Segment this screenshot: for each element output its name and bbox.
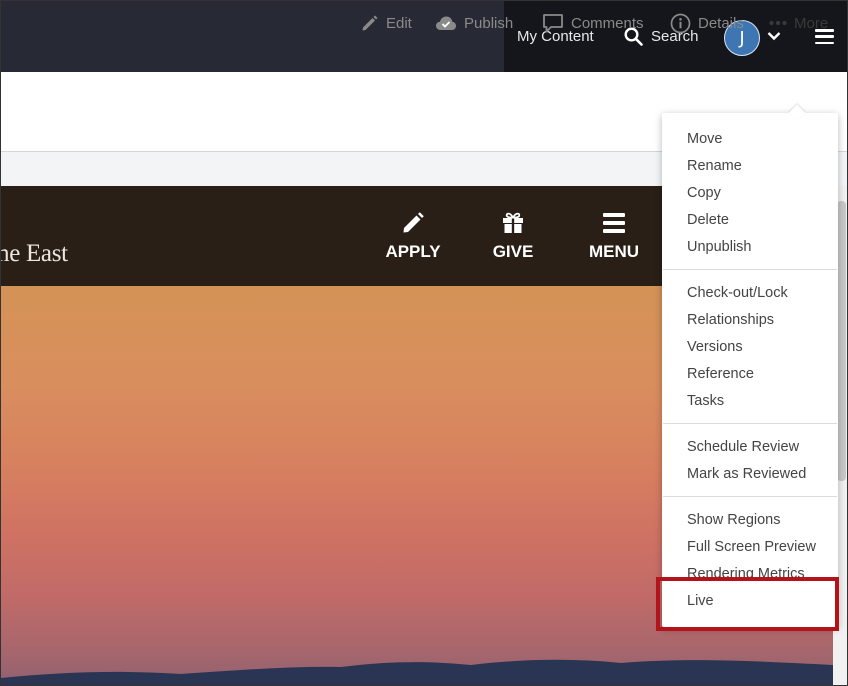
- menu-icon: [603, 213, 625, 233]
- site-nav-give[interactable]: GIVE: [473, 211, 553, 262]
- edit-button[interactable]: Edit: [360, 12, 412, 34]
- gift-icon: [503, 212, 523, 233]
- menu-item-reference[interactable]: Reference: [687, 363, 754, 385]
- menu-item-copy[interactable]: Copy: [687, 182, 721, 204]
- comments-label: Comments: [571, 14, 644, 32]
- cloud-check-icon: [436, 16, 456, 30]
- site-nav-apply-label: APPLY: [385, 242, 441, 261]
- site-nav-menu-label: MENU: [588, 242, 640, 261]
- menu-item-versions[interactable]: Versions: [687, 336, 743, 358]
- pencil-icon: [403, 212, 424, 233]
- details-label: Details: [698, 14, 744, 32]
- live-highlight-box: [656, 577, 839, 631]
- menu-item-mark-as-reviewed[interactable]: Mark as Reviewed: [687, 463, 806, 485]
- details-button[interactable]: Details: [670, 12, 744, 34]
- site-nav-give-label: GIVE: [492, 242, 534, 261]
- pencil-icon: [362, 15, 378, 30]
- menu-item-delete[interactable]: Delete: [687, 209, 729, 231]
- more-label: More: [794, 14, 829, 32]
- site-nav-apply[interactable]: APPLY: [373, 211, 453, 262]
- menu-item-show-regions[interactable]: Show Regions: [687, 509, 781, 531]
- menu-item-relationships[interactable]: Relationships: [687, 309, 774, 331]
- browser-frame: My Content Search J Edit Publish Comment…: [0, 0, 848, 686]
- scrollbar-thumb[interactable]: [837, 201, 846, 481]
- more-button[interactable]: More: [769, 12, 828, 34]
- site-nav-menu[interactable]: MENU: [574, 211, 654, 262]
- menu-divider: [663, 269, 837, 270]
- menu-divider: [663, 496, 837, 497]
- menu-item-move[interactable]: Move: [687, 128, 722, 150]
- publish-label: Publish: [464, 14, 514, 32]
- menu-item-check-out-lock[interactable]: Check-out/Lock: [687, 282, 788, 304]
- publish-button[interactable]: Publish: [435, 12, 513, 34]
- menu-item-schedule-review[interactable]: Schedule Review: [687, 436, 799, 458]
- menu-item-rename[interactable]: Rename: [687, 155, 742, 177]
- comment-icon: [543, 13, 563, 32]
- comments-button[interactable]: Comments: [542, 12, 644, 34]
- site-title: he East: [0, 240, 68, 267]
- edit-label: Edit: [386, 14, 412, 32]
- more-dots-icon: [769, 20, 787, 26]
- info-icon: [670, 13, 691, 33]
- menu-item-tasks[interactable]: Tasks: [687, 390, 724, 412]
- menu-divider: [663, 423, 837, 424]
- menu-item-unpublish[interactable]: Unpublish: [687, 236, 752, 258]
- menu-item-full-screen-preview[interactable]: Full Screen Preview: [687, 536, 816, 558]
